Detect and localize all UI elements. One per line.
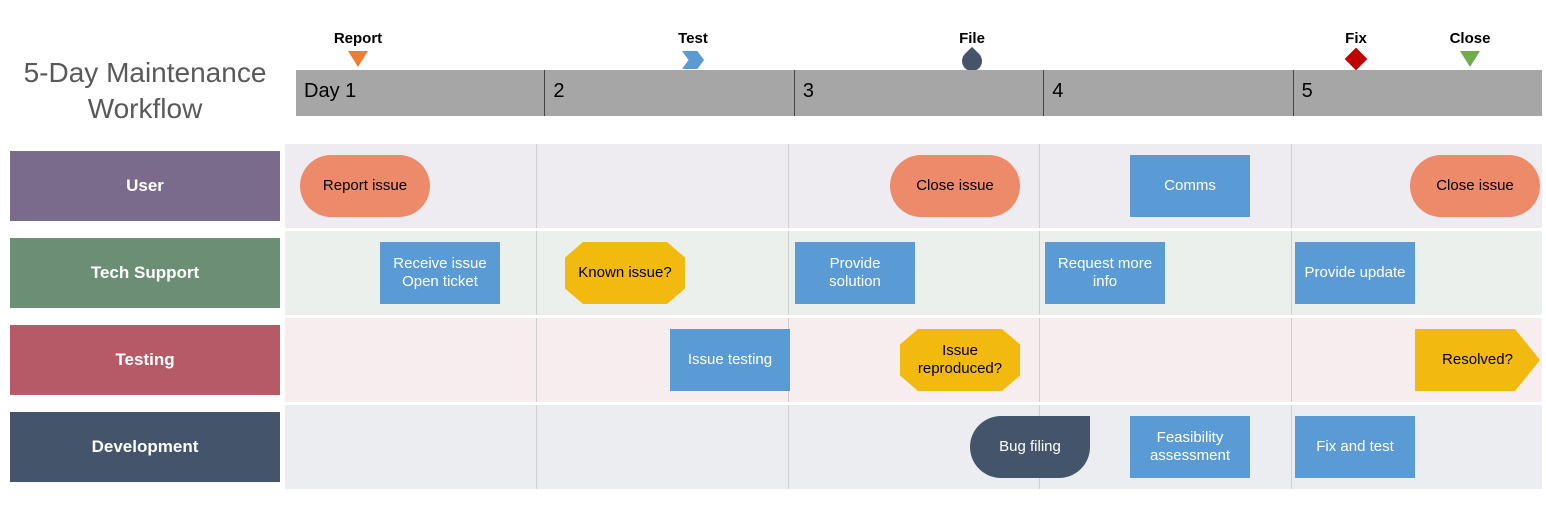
timeline-header: Day 12345 — [296, 70, 1542, 116]
lane-label-tech-support: Tech Support — [10, 238, 280, 308]
milestone-label: File — [932, 30, 1012, 47]
tri-green-icon — [1460, 51, 1480, 67]
gridline — [788, 405, 789, 489]
milestone-close: Close — [1430, 30, 1510, 67]
day-header: Day 1 — [296, 70, 544, 116]
day-header: 5 — [1293, 70, 1542, 116]
lane-label-user: User — [10, 151, 280, 221]
task-comms: Comms — [1130, 155, 1250, 217]
gridline — [536, 318, 537, 402]
task-close-issue: Close issue — [890, 155, 1020, 217]
gridline — [1039, 231, 1040, 315]
milestone-label: Fix — [1316, 30, 1396, 47]
gridline — [536, 405, 537, 489]
diamond-icon — [1345, 48, 1368, 71]
gridline — [536, 144, 537, 228]
lane-body-development: Bug filing Feasibility assessment Fix and … — [285, 405, 1542, 489]
gridline — [788, 144, 789, 228]
gridline — [1039, 318, 1040, 402]
gridline — [536, 231, 537, 315]
tri-down-icon — [348, 51, 368, 67]
gridline — [1291, 144, 1292, 228]
day-header: 3 — [794, 70, 1043, 116]
task-provide-update: Provide update — [1295, 242, 1415, 304]
lane-label-development: Development — [10, 412, 280, 482]
milestone-test: Test — [653, 30, 733, 69]
milestone-report: Report — [318, 30, 398, 67]
task-bug-filing: Bug filing — [970, 416, 1090, 478]
gridline — [1039, 144, 1040, 228]
task-receive-issue-open-ticket: Receive issue Open ticket — [380, 242, 500, 304]
lane-label-testing: Testing — [10, 325, 280, 395]
lane-body-testing: Issue testing Issue reproduced? Resolved? — [285, 318, 1542, 402]
gridline — [788, 231, 789, 315]
milestone-file: File — [932, 30, 1012, 71]
milestone-label: Report — [318, 30, 398, 47]
lane-body-user: Report issue Close issue Comms Close issue — [285, 144, 1542, 228]
lane-body-tech-support: Receive issue Open ticket Known issue? Pro… — [285, 231, 1542, 315]
milestone-label: Test — [653, 30, 733, 47]
gridline — [1291, 231, 1292, 315]
task-issue-testing: Issue testing — [670, 329, 790, 391]
milestone-fix: Fix — [1316, 30, 1396, 67]
chevron-icon — [682, 51, 704, 69]
task-issue-reproduced: Issue reproduced? — [900, 329, 1020, 391]
task-feasibility-assessment: Feasibility assessment — [1130, 416, 1250, 478]
task-report-issue: Report issue — [300, 155, 430, 217]
gridline — [1291, 318, 1292, 402]
task-close-issue: Close issue — [1410, 155, 1540, 217]
task-resolved: Resolved? — [1415, 329, 1540, 391]
task-fix-and-test: Fix and test — [1295, 416, 1415, 478]
diagram-title: 5-Day Maintenance Workflow — [10, 55, 280, 128]
milestone-label: Close — [1430, 30, 1510, 47]
task-known-issue: Known issue? — [565, 242, 685, 304]
task-request-more-info: Request more info — [1045, 242, 1165, 304]
day-header: 2 — [544, 70, 793, 116]
task-provide-solution: Provide solution — [795, 242, 915, 304]
day-header: 4 — [1043, 70, 1292, 116]
gridline — [1291, 405, 1292, 489]
